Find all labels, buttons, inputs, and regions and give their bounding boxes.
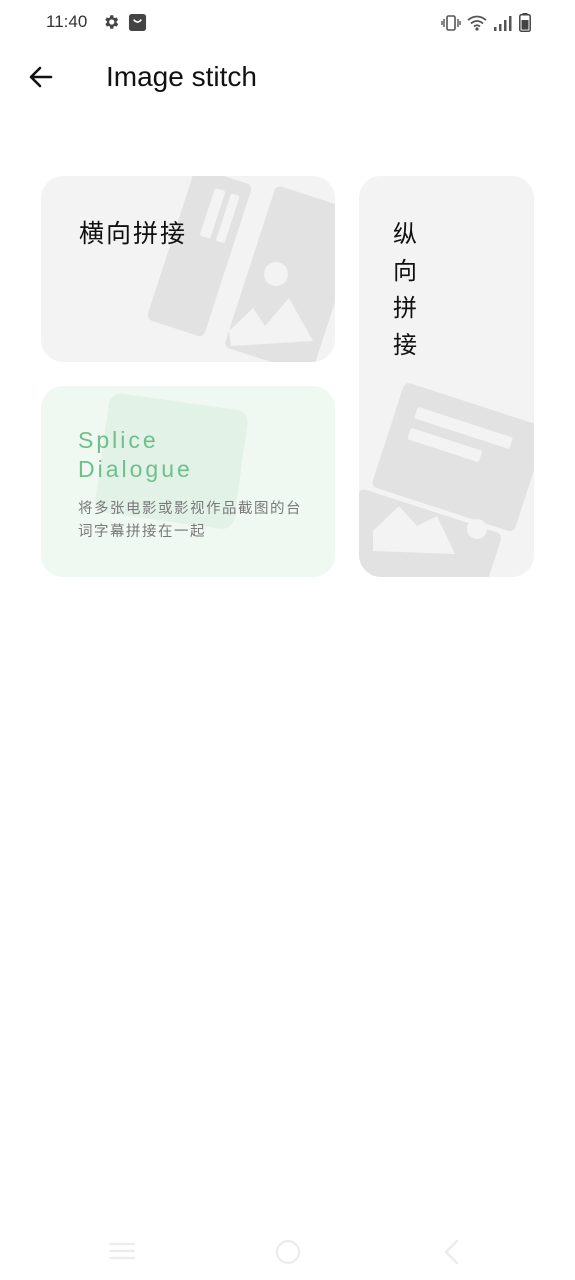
- horizontal-stitch-watermark-icon: [147, 176, 335, 362]
- menu-icon[interactable]: [107, 1238, 137, 1264]
- vertical-stitch-card[interactable]: 纵向拼接: [359, 176, 534, 577]
- back-button[interactable]: [24, 60, 58, 94]
- battery-icon: [519, 13, 531, 32]
- signal-icon: [493, 15, 513, 31]
- status-time: 11:40: [46, 12, 88, 31]
- app-header: Image stitch: [0, 52, 575, 104]
- gear-icon: [102, 13, 120, 31]
- vertical-stitch-watermark-icon: [359, 383, 534, 577]
- page-title: Image stitch: [106, 61, 257, 92]
- splice-dialogue-title: Splice Dialogue: [78, 427, 193, 482]
- store-bag-icon: [128, 13, 147, 32]
- status-icons: [441, 13, 531, 32]
- back-icon[interactable]: [440, 1238, 464, 1266]
- splice-dialogue-card[interactable]: Splice Dialogue 将多张电影或影视作品截图的台词字幕拼接在一起: [41, 386, 335, 577]
- screen: 11:40 Image stitch 横向拼接 纵向拼接 Splice Dial…: [0, 0, 575, 1280]
- home-icon[interactable]: [274, 1238, 302, 1266]
- wifi-icon: [467, 15, 487, 31]
- vibrate-icon: [441, 14, 461, 31]
- status-bar: 11:40: [0, 0, 575, 46]
- vertical-stitch-label: 纵向拼接: [393, 220, 417, 359]
- arrow-left-icon: [29, 66, 53, 88]
- nav-bar: [0, 1230, 575, 1280]
- horizontal-stitch-label: 横向拼接: [79, 219, 188, 248]
- horizontal-stitch-card[interactable]: 横向拼接: [41, 176, 335, 362]
- splice-dialogue-description: 将多张电影或影视作品截图的台词字幕拼接在一起: [78, 501, 302, 540]
